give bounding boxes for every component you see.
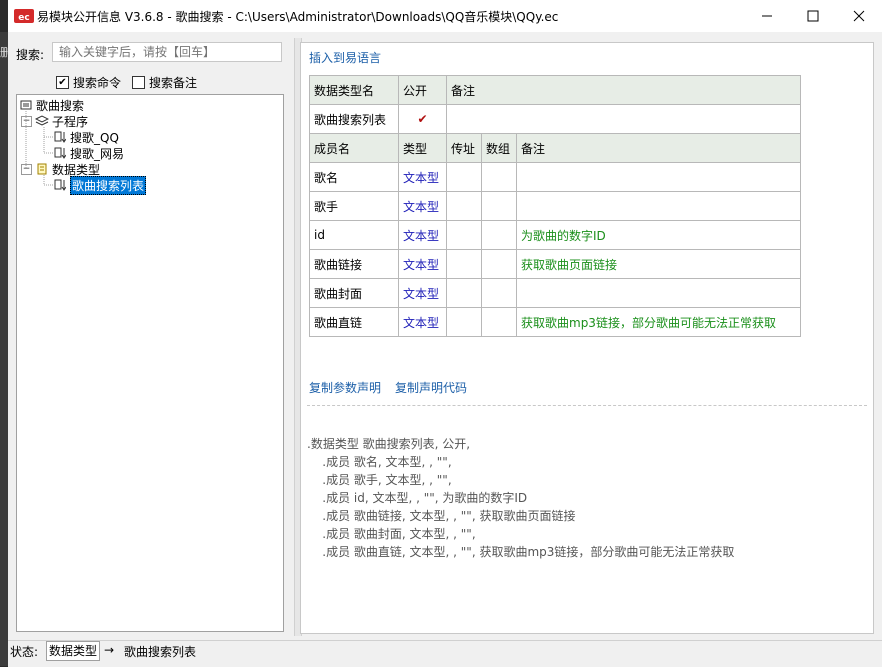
member-name-cell: 歌曲封面 xyxy=(309,278,399,308)
byref-cell xyxy=(446,307,482,337)
title-bar[interactable]: ec 易模块公开信息 V3.6.8 - 歌曲搜索 - C:\Users\Admi… xyxy=(8,0,882,32)
member-note-cell xyxy=(516,278,801,308)
copy-param-decl-link[interactable]: 复制参数声明 xyxy=(309,379,381,396)
status-arrow-icon: → xyxy=(104,643,115,657)
minimize-icon xyxy=(762,15,772,17)
code-divider xyxy=(307,405,867,406)
search-input[interactable] xyxy=(52,42,282,62)
module-tree[interactable]: 歌曲搜索 − 子程序 搜歌_QQ 搜歌_网易 − xyxy=(16,94,284,632)
member-type-link[interactable]: 文本型 xyxy=(398,220,447,250)
array-cell xyxy=(481,307,517,337)
tree-type-item-label: 歌曲搜索列表 xyxy=(70,175,147,195)
status-value: 数据类型 xyxy=(46,641,101,661)
type-name-cell: 歌曲搜索列表 xyxy=(309,104,399,134)
header-cell: 备注 xyxy=(446,75,801,105)
member-type-link[interactable]: 文本型 xyxy=(398,307,447,337)
tree-guide-lines xyxy=(25,111,53,186)
insert-to-eyuyan-link[interactable]: 插入到易语言 xyxy=(309,49,381,66)
header-cell: 备注 xyxy=(516,133,801,163)
table-row: 歌名 文本型 xyxy=(309,162,801,192)
copy-decl-code-link[interactable]: 复制声明代码 xyxy=(395,379,467,396)
member-name-cell: 歌名 xyxy=(309,162,399,192)
member-note-cell xyxy=(516,162,801,192)
header-cell: 数组 xyxy=(481,133,517,163)
maximize-icon xyxy=(807,10,819,22)
member-note-cell: 为歌曲的数字ID xyxy=(516,220,801,250)
code-line: .成员 id, 文本型, , "", 为歌曲的数字ID xyxy=(307,491,528,505)
table-header-row: 数据类型名 公开 备注 xyxy=(309,75,801,105)
byref-cell xyxy=(446,162,482,192)
public-check-icon: ✔ xyxy=(398,104,447,134)
array-cell xyxy=(481,220,517,250)
byref-cell xyxy=(446,191,482,221)
window-title: 易模块公开信息 V3.6.8 - 歌曲搜索 - C:\Users\Adminis… xyxy=(37,10,559,24)
byref-cell xyxy=(446,249,482,279)
header-cell: 类型 xyxy=(398,133,447,163)
table-row: id 文本型 为歌曲的数字ID xyxy=(309,220,801,250)
array-cell xyxy=(481,249,517,279)
array-cell xyxy=(481,278,517,308)
minimize-button[interactable] xyxy=(744,0,790,32)
search-label: 搜索: xyxy=(16,48,45,62)
checkbox-checked-icon: ✔ xyxy=(56,76,69,89)
left-edge-strip: 删 xyxy=(0,32,11,666)
checkbox-unchecked-icon xyxy=(132,76,145,89)
table-header-row: 成员名 类型 传址 数组 备注 xyxy=(309,133,801,163)
detail-panel: 插入到易语言 数据类型名 公开 备注 歌曲搜索列表 ✔ 成员名 类型 传址 数组… xyxy=(300,42,874,634)
table-row: 歌手 文本型 xyxy=(309,191,801,221)
header-cell: 成员名 xyxy=(309,133,399,163)
header-cell: 传址 xyxy=(446,133,482,163)
table-row: 歌曲直链 文本型 获取歌曲mp3链接，部分歌曲可能无法正常获取 xyxy=(309,307,801,337)
left-panel: 搜索: ✔ 搜索命令 搜索备注 歌曲搜索 − 子程序 xyxy=(8,38,292,636)
tree-sub-item-label: 搜歌_网易 xyxy=(70,146,125,161)
status-bar: 状态: 数据类型 → 歌曲搜索列表 xyxy=(8,640,882,667)
member-type-link[interactable]: 文本型 xyxy=(398,191,447,221)
member-name-cell: id xyxy=(309,220,399,250)
status-target: 歌曲搜索列表 xyxy=(124,645,197,659)
member-note-cell xyxy=(516,191,801,221)
main-window: ec 易模块公开信息 V3.6.8 - 歌曲搜索 - C:\Users\Admi… xyxy=(8,0,882,667)
code-line: .成员 歌名, 文本型, , "", xyxy=(307,455,452,469)
search-command-label: 搜索命令 xyxy=(73,76,122,90)
member-type-link[interactable]: 文本型 xyxy=(398,249,447,279)
code-line: .数据类型 歌曲搜索列表, 公开, xyxy=(307,437,471,451)
code-line: .成员 歌曲直链, 文本型, , "", 获取歌曲mp3链接，部分歌曲可能无法正… xyxy=(307,545,735,559)
app-logo-icon: ec xyxy=(14,9,34,23)
declaration-code[interactable]: .数据类型 歌曲搜索列表, 公开, .成员 歌名, 文本型, , "", .成员… xyxy=(307,417,734,597)
close-button[interactable] xyxy=(836,0,882,32)
svg-text:ec: ec xyxy=(18,13,29,23)
search-note-label: 搜索备注 xyxy=(149,76,198,90)
member-type-link[interactable]: 文本型 xyxy=(398,162,447,192)
byref-cell xyxy=(446,278,482,308)
datatype-table: 数据类型名 公开 备注 歌曲搜索列表 ✔ 成员名 类型 传址 数组 备注 歌名 … xyxy=(309,75,801,337)
table-row: 歌曲封面 文本型 xyxy=(309,278,801,308)
type-note-cell xyxy=(446,104,801,134)
header-cell: 数据类型名 xyxy=(309,75,399,105)
table-row: 歌曲搜索列表 ✔ xyxy=(309,104,801,134)
array-cell xyxy=(481,162,517,192)
code-line: .成员 歌曲封面, 文本型, , "", xyxy=(307,527,476,541)
member-name-cell: 歌手 xyxy=(309,191,399,221)
array-cell xyxy=(481,191,517,221)
search-note-checkbox[interactable]: 搜索备注 xyxy=(132,74,197,91)
code-line: .成员 歌手, 文本型, , "", xyxy=(307,473,452,487)
maximize-button[interactable] xyxy=(790,0,836,32)
table-row: 歌曲链接 文本型 获取歌曲页面链接 xyxy=(309,249,801,279)
member-note-cell: 获取歌曲mp3链接，部分歌曲可能无法正常获取 xyxy=(516,307,801,337)
byref-cell xyxy=(446,220,482,250)
search-command-checkbox[interactable]: ✔ 搜索命令 xyxy=(56,74,121,91)
close-icon xyxy=(853,10,865,22)
header-cell: 公开 xyxy=(398,75,447,105)
member-note-cell: 获取歌曲页面链接 xyxy=(516,249,801,279)
member-name-cell: 歌曲直链 xyxy=(309,307,399,337)
status-label: 状态: xyxy=(10,645,39,659)
member-name-cell: 歌曲链接 xyxy=(309,249,399,279)
code-line: .成员 歌曲链接, 文本型, , "", 获取歌曲页面链接 xyxy=(307,509,576,523)
member-type-link[interactable]: 文本型 xyxy=(398,278,447,308)
tree-sub-item-label: 搜歌_QQ xyxy=(70,130,119,145)
